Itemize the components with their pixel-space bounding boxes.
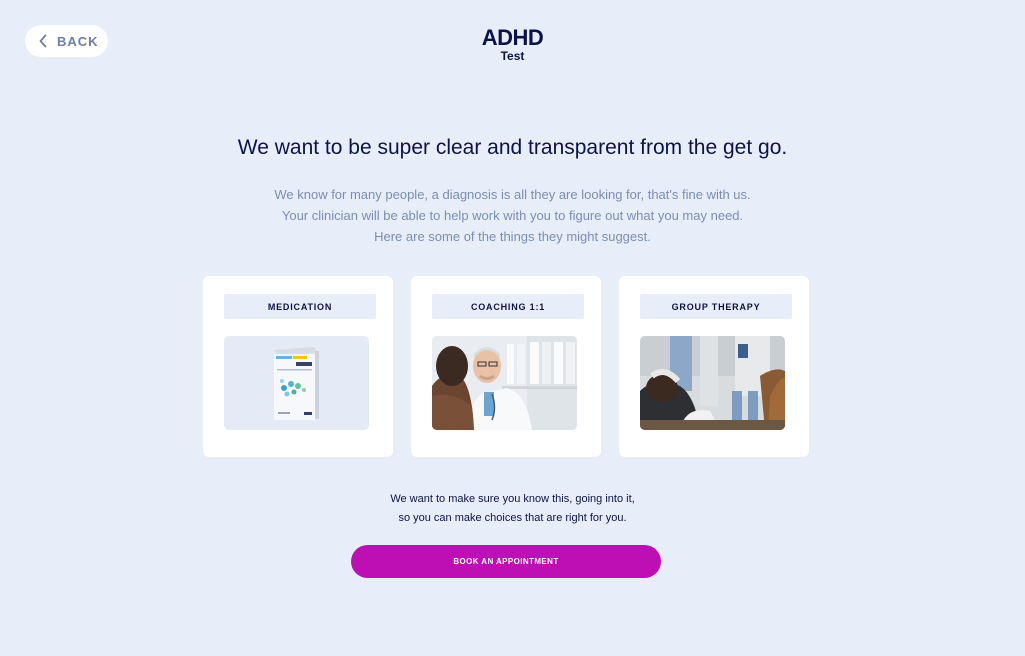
page: BACK ADHD Test We want to be super clear… xyxy=(0,0,1025,656)
group-therapy-image xyxy=(640,336,785,430)
intro-text: We know for many people, a diagnosis is … xyxy=(0,184,1025,247)
card-label: GROUP THERAPY xyxy=(640,294,792,319)
card-medication: MEDICATION xyxy=(203,276,393,457)
closing-line: We want to make sure you know this, goin… xyxy=(390,493,635,505)
closing-line: so you can make choices that are right f… xyxy=(398,512,627,524)
options-cards: MEDICATION COACHING 1:1 GROUP THERAPY xyxy=(203,276,809,457)
logo-sub: Test xyxy=(500,49,525,63)
book-appointment-button[interactable]: BOOK AN APPOINTMENT xyxy=(351,545,661,578)
card-label: MEDICATION xyxy=(224,294,376,319)
logo: ADHD Test xyxy=(0,26,1025,63)
coaching-image xyxy=(432,336,577,430)
page-title: We want to be super clear and transparen… xyxy=(237,136,788,159)
card-coaching: COACHING 1:1 xyxy=(411,276,601,457)
intro-line: Here are some of the things they might s… xyxy=(374,229,651,244)
closing-text: We want to make sure you know this, goin… xyxy=(0,490,1025,528)
card-label: COACHING 1:1 xyxy=(432,294,584,319)
card-group-therapy: GROUP THERAPY xyxy=(619,276,809,457)
intro-line: Your clinician will be able to help work… xyxy=(281,208,744,223)
medication-image xyxy=(224,336,369,430)
intro-line: We know for many people, a diagnosis is … xyxy=(274,187,751,202)
logo-main: ADHD xyxy=(481,25,544,50)
